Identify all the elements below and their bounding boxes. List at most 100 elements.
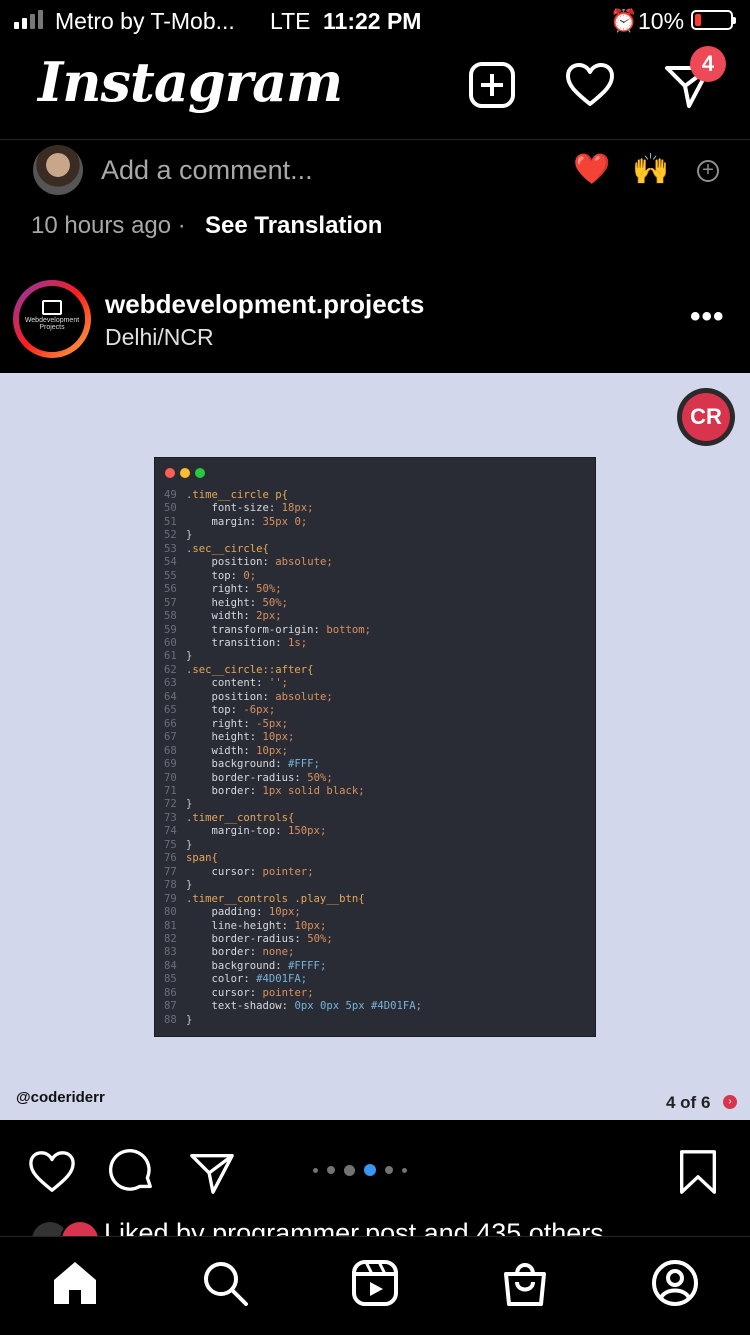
line-text: .time__circle p{	[186, 489, 289, 501]
line-text: transition: 1s;	[186, 636, 308, 649]
code-line: 82 border-radius: 50%;	[164, 933, 422, 946]
line-number: 83	[164, 946, 177, 959]
code-line: 73 .timer__controls{	[164, 812, 422, 825]
line-text: top: 0;	[186, 569, 257, 582]
new-post-icon[interactable]	[467, 60, 517, 110]
code-line: 86 cursor: pointer;	[164, 987, 422, 1000]
line-text: padding: 10px;	[186, 906, 301, 919]
comment-input[interactable]: Add a comment...	[101, 155, 313, 186]
post-location[interactable]: Delhi/NCR	[105, 324, 214, 351]
home-icon[interactable]	[50, 1258, 100, 1308]
search-icon[interactable]	[200, 1258, 250, 1308]
monitor-icon	[42, 300, 62, 315]
code-line: 52}	[164, 529, 422, 542]
line-text: width: 2px;	[186, 610, 282, 623]
line-number: 65	[164, 704, 177, 717]
battery-icon	[691, 10, 736, 30]
line-number: 63	[164, 677, 177, 690]
comment-icon[interactable]	[108, 1148, 156, 1196]
window-close-dot	[165, 468, 175, 478]
code-line: 72}	[164, 798, 422, 811]
code-line: 57 height: 50%;	[164, 597, 422, 610]
line-number: 80	[164, 906, 177, 919]
code-line: 78}	[164, 879, 422, 892]
see-translation-link[interactable]: See Translation	[205, 212, 382, 240]
signal-icon	[14, 10, 43, 29]
heart-emoji-button[interactable]: ❤️	[573, 152, 610, 187]
code-line: 87 text-shadow: 0px 0px 5px #4D01FA;	[164, 1000, 422, 1013]
line-text: height: 50%;	[186, 596, 289, 609]
line-text: top: -6px;	[186, 704, 276, 717]
status-bar: Metro by T-Mob... LTE 11:22 PM ⏰ 10%	[0, 0, 750, 42]
instagram-logo[interactable]: Instagram	[38, 50, 343, 114]
carrier-name: Metro by T-Mob...	[55, 8, 235, 34]
line-number: 70	[164, 771, 177, 784]
like-icon[interactable]	[28, 1148, 76, 1196]
watermark-logo-text: CR	[682, 393, 730, 441]
code-line: 79 .timer__controls .play__btn{	[164, 893, 422, 906]
code-line: 53 .sec__circle{	[164, 543, 422, 556]
line-number: 50	[164, 502, 177, 515]
code-line: 75}	[164, 839, 422, 852]
battery-percent: 10%	[638, 8, 685, 34]
code-line: 56 right: 50%;	[164, 583, 422, 596]
network-type: LTE	[270, 8, 311, 34]
code-line: 60 transition: 1s;	[164, 637, 422, 650]
line-text: line-height: 10px;	[186, 919, 327, 932]
code-line: 80 padding: 10px;	[164, 906, 422, 919]
code-line: 59 transform-origin: bottom;	[164, 624, 422, 637]
code-line: 54 position: absolute;	[164, 556, 422, 569]
line-number: 84	[164, 959, 177, 972]
line-text: cursor: pointer;	[186, 986, 314, 999]
line-text: }	[186, 798, 193, 811]
raised-hands-emoji-button[interactable]: 🙌	[632, 152, 669, 187]
avatar[interactable]	[33, 145, 83, 195]
carousel-dot	[327, 1166, 335, 1174]
reels-icon[interactable]	[350, 1258, 400, 1308]
liked-by-row[interactable]: Liked by programmer.post and 435 others	[0, 1216, 750, 1236]
window-minimize-dot	[180, 468, 190, 478]
line-text: .sec__circle::after{	[186, 663, 314, 676]
line-number: 85	[164, 973, 177, 986]
carousel-dot	[344, 1164, 355, 1176]
notification-badge: 4	[690, 46, 726, 82]
share-icon[interactable]	[188, 1148, 236, 1196]
post-username[interactable]: webdevelopment.projects	[105, 289, 424, 320]
save-icon[interactable]	[674, 1148, 722, 1196]
line-number: 60	[164, 636, 177, 649]
line-text: background: #FFF;	[186, 758, 320, 771]
line-text: .timer__controls{	[186, 811, 295, 824]
line-text: right: -5px;	[186, 717, 289, 730]
code-line: 64 position: absolute;	[164, 691, 422, 704]
code-line: 65 top: -6px;	[164, 704, 422, 717]
code-line: 88}	[164, 1014, 422, 1027]
code-line: 71 border: 1px solid black;	[164, 785, 422, 798]
post-avatar[interactable]: Webdevelopment Projects	[19, 286, 85, 352]
line-text: height: 10px;	[186, 731, 295, 744]
heart-icon[interactable]	[565, 60, 615, 110]
code-line: 63 content: '';	[164, 677, 422, 690]
add-emoji-icon[interactable]: +	[697, 160, 719, 182]
line-text: position: absolute;	[186, 556, 333, 569]
line-number: 68	[164, 744, 177, 757]
line-text: cursor: pointer;	[186, 865, 314, 878]
line-text: width: 10px;	[186, 744, 289, 757]
code-line: 81 line-height: 10px;	[164, 920, 422, 933]
profile-icon[interactable]	[650, 1258, 700, 1308]
carousel-dot	[402, 1167, 407, 1173]
more-options-icon[interactable]: •••	[690, 300, 725, 334]
liked-by-text[interactable]: Liked by programmer.post and 435 others	[104, 1218, 604, 1236]
line-text: }	[186, 529, 193, 542]
line-number: 58	[164, 610, 177, 623]
line-number: 62	[164, 663, 177, 676]
line-number: 79	[164, 892, 177, 905]
code-line: 49 .time__circle p{	[164, 489, 422, 502]
carousel-dot-active	[364, 1164, 376, 1176]
line-text: color: #4D01FA;	[186, 973, 308, 986]
line-number: 75	[164, 838, 177, 851]
line-text: transform-origin: bottom;	[186, 623, 371, 636]
line-text: }	[186, 650, 193, 663]
line-number: 78	[164, 879, 177, 892]
avatar-logo-text: Webdevelopment Projects	[24, 317, 80, 331]
shop-icon[interactable]	[500, 1258, 550, 1308]
